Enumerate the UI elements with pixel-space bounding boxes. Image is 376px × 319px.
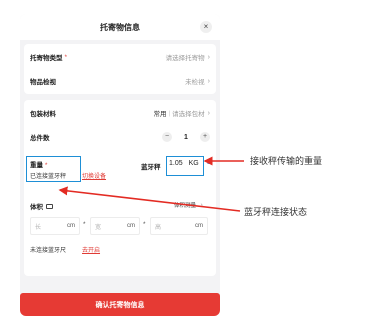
- close-icon[interactable]: ×: [200, 21, 212, 33]
- count-row: 总件数 − 1 +: [24, 127, 216, 147]
- confirm-cargo-button[interactable]: 确认托寄物信息: [20, 293, 220, 316]
- weight-input-tail: 2: [207, 159, 211, 166]
- volume-label: 体积: [30, 204, 43, 211]
- height-unit: cm: [195, 223, 203, 229]
- camera-icon[interactable]: [46, 203, 53, 209]
- count-label: 总件数: [30, 135, 50, 142]
- cargo-type-row[interactable]: 托寄物类型 * 请选择托寄物 ›: [24, 47, 216, 67]
- length-placeholder: 长: [35, 224, 42, 231]
- packaging-placeholder: 请选择包材: [172, 111, 205, 118]
- inspection-row[interactable]: 物品检视 未检视 ›: [24, 71, 216, 91]
- chevron-right-icon: ›: [207, 77, 210, 85]
- plus-button[interactable]: +: [200, 132, 210, 142]
- bluetooth-scale-status: 已连接蓝牙秤: [30, 174, 67, 180]
- packaging-row[interactable]: 包装材料 常用 | 请选择包材 ›: [24, 103, 216, 123]
- volume-measure-label: 体积测量: [174, 203, 197, 209]
- height-placeholder: 高: [155, 224, 162, 231]
- chevron-right-icon: ›: [207, 53, 210, 61]
- quantity-value[interactable]: 1: [172, 134, 200, 141]
- packaging-label: 包装材料: [30, 111, 56, 118]
- enable-ruler-link[interactable]: 去开启: [82, 245, 100, 254]
- package-details-card: 包装材料 常用 | 请选择包材 › 总件数 − 1 + 重量 * 已连接蓝牙秤 …: [24, 100, 216, 276]
- chevron-right-icon: ›: [207, 109, 210, 117]
- switch-device-link[interactable]: 切换设备: [82, 171, 106, 180]
- packaging-common-tag[interactable]: 常用: [153, 108, 166, 118]
- cargo-type-placeholder: 请选择托寄物: [165, 55, 205, 62]
- inspection-label: 物品检视: [30, 79, 56, 86]
- packaging-value: 常用 | 请选择包材 ›: [153, 108, 210, 119]
- length-unit: cm: [67, 223, 75, 229]
- weight-input[interactable]: 1.05 KG: [169, 160, 199, 167]
- weight-annotation-text: 接收秤传输的重量: [250, 156, 323, 166]
- required-mark: *: [44, 162, 48, 169]
- volume-label-group: 体积: [30, 201, 53, 211]
- minus-button[interactable]: −: [162, 132, 172, 142]
- length-input[interactable]: 长 cm: [30, 217, 80, 235]
- width-unit: cm: [127, 223, 135, 229]
- weight-label: 重量: [30, 162, 43, 169]
- weight-label-group: 重量 *: [30, 159, 47, 169]
- basic-info-card: 托寄物类型 * 请选择托寄物 › 物品检视 未检视 ›: [24, 44, 216, 94]
- chevron-right-icon: ›: [200, 202, 203, 209]
- inspection-value: 未检视 ›: [185, 76, 210, 87]
- bluetooth-scale-label: 蓝牙秤: [141, 164, 161, 171]
- inspection-status: 未检视: [185, 79, 205, 86]
- cargo-info-sheet: 托寄物信息 × 托寄物类型 * 请选择托寄物 › 物品检视 未检视 › 包装材料…: [20, 14, 220, 316]
- width-placeholder: 宽: [95, 224, 102, 231]
- cargo-type-value: 请选择托寄物 ›: [165, 52, 210, 63]
- cargo-type-label: 托寄物类型: [30, 55, 63, 62]
- sheet-header: 托寄物信息 ×: [20, 14, 220, 40]
- sheet-title: 托寄物信息: [100, 22, 140, 32]
- bluetooth-ruler-status: 未连接蓝牙尺: [30, 248, 67, 254]
- multiply-sign: *: [83, 221, 86, 228]
- weight-unit: KG: [188, 160, 199, 167]
- weight-value: 1.05: [169, 160, 183, 167]
- height-input[interactable]: 高 cm: [150, 217, 208, 235]
- quantity-stepper: − 1 +: [162, 132, 210, 142]
- status-annotation-text: 蓝牙秤连接状态: [244, 207, 308, 217]
- required-mark: *: [64, 53, 68, 61]
- volume-measure-link[interactable]: 体积测量 ›: [174, 201, 203, 209]
- multiply-sign: *: [143, 221, 146, 228]
- packaging-divider: |: [168, 109, 171, 117]
- width-input[interactable]: 宽 cm: [90, 217, 140, 235]
